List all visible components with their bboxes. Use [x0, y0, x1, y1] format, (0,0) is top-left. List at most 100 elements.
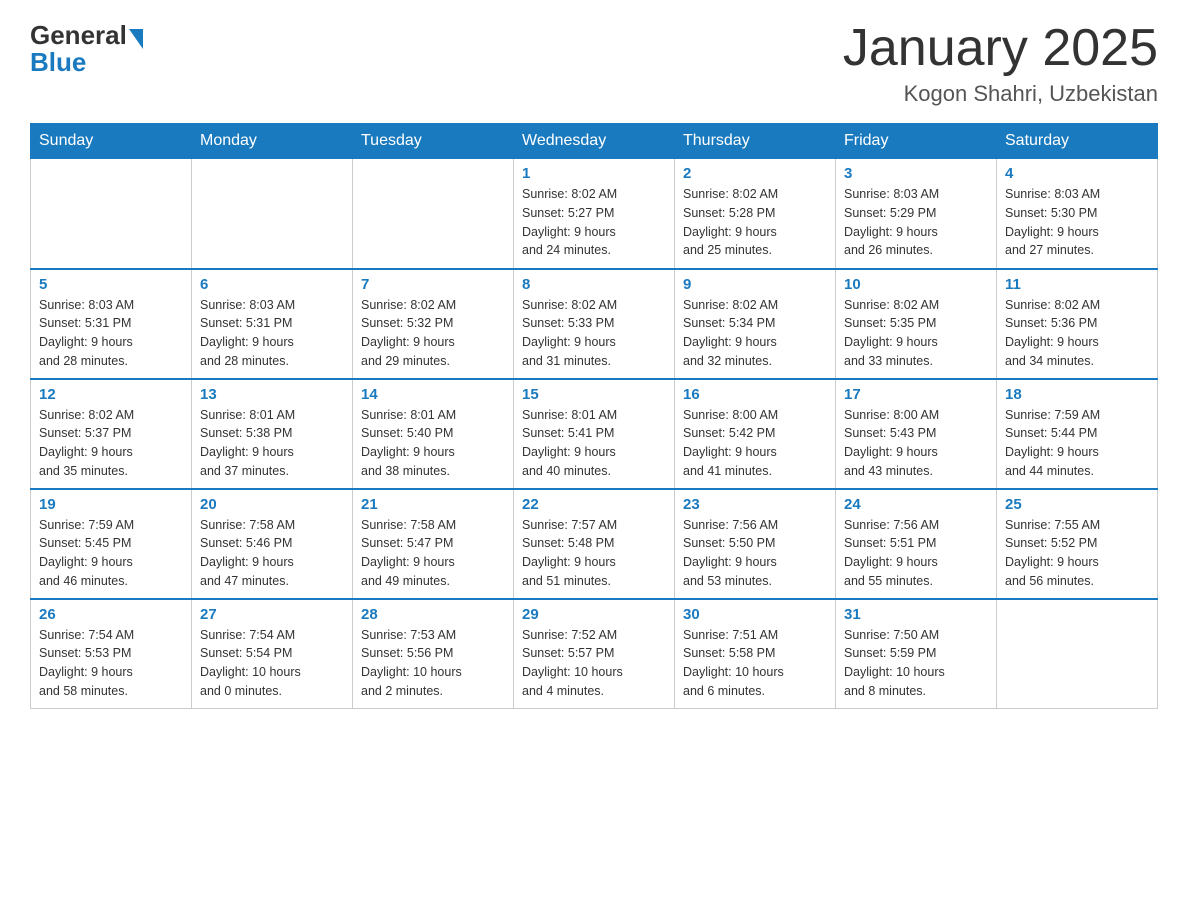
day-number: 10: [844, 276, 988, 293]
day-number: 12: [39, 386, 183, 403]
day-number: 17: [844, 386, 988, 403]
calendar-title: January 2025: [843, 20, 1158, 77]
day-info: Sunrise: 8:02 AMSunset: 5:37 PMDaylight:…: [39, 406, 183, 481]
day-info: Sunrise: 7:58 AMSunset: 5:47 PMDaylight:…: [361, 516, 505, 591]
calendar-cell: 1Sunrise: 8:02 AMSunset: 5:27 PMDaylight…: [514, 159, 675, 269]
day-info: Sunrise: 8:02 AMSunset: 5:34 PMDaylight:…: [683, 296, 827, 371]
day-number: 2: [683, 165, 827, 182]
day-info: Sunrise: 7:59 AMSunset: 5:45 PMDaylight:…: [39, 516, 183, 591]
calendar-cell: 3 Sunrise: 8:03 AMSunset: 5:29 PMDaylight…: [836, 159, 997, 269]
calendar-cell: 8 Sunrise: 8:02 AMSunset: 5:33 PMDaylight…: [514, 269, 675, 379]
day-info: Sunrise: 8:00 AMSunset: 5:42 PMDaylight:…: [683, 406, 827, 481]
day-info: Sunrise: 8:03 AMSunset: 5:31 PMDaylight:…: [200, 296, 344, 371]
calendar-week-row: 1Sunrise: 8:02 AMSunset: 5:27 PMDaylight…: [31, 159, 1158, 269]
day-info: Sunrise: 8:00 AMSunset: 5:43 PMDaylight:…: [844, 406, 988, 481]
calendar-week-row: 5 Sunrise: 8:03 AMSunset: 5:31 PMDaylight…: [31, 269, 1158, 379]
calendar-cell: 29Sunrise: 7:52 AMSunset: 5:57 PMDayligh…: [514, 599, 675, 709]
day-info: Sunrise: 7:58 AMSunset: 5:46 PMDaylight:…: [200, 516, 344, 591]
calendar-header-row: SundayMondayTuesdayWednesdayThursdayFrid…: [31, 124, 1158, 159]
calendar-cell: [192, 159, 353, 269]
day-number: 23: [683, 496, 827, 513]
day-info: Sunrise: 8:01 AMSunset: 5:38 PMDaylight:…: [200, 406, 344, 481]
column-header-thursday: Thursday: [675, 124, 836, 159]
calendar-cell: 26Sunrise: 7:54 AMSunset: 5:53 PMDayligh…: [31, 599, 192, 709]
day-info: Sunrise: 8:02 AMSunset: 5:28 PMDaylight:…: [683, 185, 827, 260]
day-info: Sunrise: 8:03 AMSunset: 5:31 PMDaylight:…: [39, 296, 183, 371]
day-number: 14: [361, 386, 505, 403]
day-info: Sunrise: 8:03 AMSunset: 5:29 PMDaylight:…: [844, 185, 988, 260]
calendar-cell: 22 Sunrise: 7:57 AMSunset: 5:48 PMDayligh…: [514, 489, 675, 599]
day-info: Sunrise: 7:56 AMSunset: 5:50 PMDaylight:…: [683, 516, 827, 591]
calendar-week-row: 19 Sunrise: 7:59 AMSunset: 5:45 PMDayligh…: [31, 489, 1158, 599]
day-number: 8: [522, 276, 666, 293]
calendar-cell: 18 Sunrise: 7:59 AMSunset: 5:44 PMDayligh…: [997, 379, 1158, 489]
day-number: 26: [39, 606, 183, 623]
day-number: 20: [200, 496, 344, 513]
day-number: 18: [1005, 386, 1149, 403]
calendar-subtitle: Kogon Shahri, Uzbekistan: [843, 81, 1158, 107]
calendar-cell: 6 Sunrise: 8:03 AMSunset: 5:31 PMDaylight…: [192, 269, 353, 379]
day-info: Sunrise: 8:03 AMSunset: 5:30 PMDaylight:…: [1005, 185, 1149, 260]
day-info: Sunrise: 8:01 AMSunset: 5:40 PMDaylight:…: [361, 406, 505, 481]
calendar-cell: 23 Sunrise: 7:56 AMSunset: 5:50 PMDayligh…: [675, 489, 836, 599]
calendar-cell: 21 Sunrise: 7:58 AMSunset: 5:47 PMDayligh…: [353, 489, 514, 599]
calendar-cell: 5 Sunrise: 8:03 AMSunset: 5:31 PMDaylight…: [31, 269, 192, 379]
calendar-cell: [997, 599, 1158, 709]
title-area: January 2025 Kogon Shahri, Uzbekistan: [843, 20, 1158, 107]
calendar-cell: 9 Sunrise: 8:02 AMSunset: 5:34 PMDaylight…: [675, 269, 836, 379]
day-info: Sunrise: 8:02 AMSunset: 5:36 PMDaylight:…: [1005, 296, 1149, 371]
day-number: 19: [39, 496, 183, 513]
calendar-cell: 16 Sunrise: 8:00 AMSunset: 5:42 PMDayligh…: [675, 379, 836, 489]
day-number: 13: [200, 386, 344, 403]
day-info: Sunrise: 7:59 AMSunset: 5:44 PMDaylight:…: [1005, 406, 1149, 481]
day-number: 30: [683, 606, 827, 623]
column-header-monday: Monday: [192, 124, 353, 159]
calendar-cell: 20 Sunrise: 7:58 AMSunset: 5:46 PMDayligh…: [192, 489, 353, 599]
day-number: 5: [39, 276, 183, 293]
day-number: 21: [361, 496, 505, 513]
day-number: 27: [200, 606, 344, 623]
day-info: Sunrise: 7:52 AMSunset: 5:57 PMDaylight:…: [522, 626, 666, 701]
calendar-cell: 28Sunrise: 7:53 AMSunset: 5:56 PMDayligh…: [353, 599, 514, 709]
calendar-cell: 15 Sunrise: 8:01 AMSunset: 5:41 PMDayligh…: [514, 379, 675, 489]
day-number: 4: [1005, 165, 1149, 182]
calendar-cell: 14 Sunrise: 8:01 AMSunset: 5:40 PMDayligh…: [353, 379, 514, 489]
calendar-cell: 17 Sunrise: 8:00 AMSunset: 5:43 PMDayligh…: [836, 379, 997, 489]
day-info: Sunrise: 7:53 AMSunset: 5:56 PMDaylight:…: [361, 626, 505, 701]
day-number: 22: [522, 496, 666, 513]
day-number: 15: [522, 386, 666, 403]
column-header-sunday: Sunday: [31, 124, 192, 159]
calendar-week-row: 26Sunrise: 7:54 AMSunset: 5:53 PMDayligh…: [31, 599, 1158, 709]
logo-triangle-icon: [129, 29, 143, 49]
calendar-cell: 13 Sunrise: 8:01 AMSunset: 5:38 PMDayligh…: [192, 379, 353, 489]
calendar-cell: 2 Sunrise: 8:02 AMSunset: 5:28 PMDaylight…: [675, 159, 836, 269]
day-info: Sunrise: 8:02 AMSunset: 5:33 PMDaylight:…: [522, 296, 666, 371]
day-number: 9: [683, 276, 827, 293]
day-number: 7: [361, 276, 505, 293]
calendar-cell: 12 Sunrise: 8:02 AMSunset: 5:37 PMDayligh…: [31, 379, 192, 489]
calendar-cell: 4 Sunrise: 8:03 AMSunset: 5:30 PMDaylight…: [997, 159, 1158, 269]
day-info: Sunrise: 8:02 AMSunset: 5:35 PMDaylight:…: [844, 296, 988, 371]
column-header-tuesday: Tuesday: [353, 124, 514, 159]
calendar-cell: 31Sunrise: 7:50 AMSunset: 5:59 PMDayligh…: [836, 599, 997, 709]
calendar-cell: 24Sunrise: 7:56 AMSunset: 5:51 PMDayligh…: [836, 489, 997, 599]
column-header-saturday: Saturday: [997, 124, 1158, 159]
calendar-table: SundayMondayTuesdayWednesdayThursdayFrid…: [30, 123, 1158, 709]
calendar-cell: 25 Sunrise: 7:55 AMSunset: 5:52 PMDayligh…: [997, 489, 1158, 599]
day-number: 25: [1005, 496, 1149, 513]
calendar-cell: 30Sunrise: 7:51 AMSunset: 5:58 PMDayligh…: [675, 599, 836, 709]
day-number: 31: [844, 606, 988, 623]
day-number: 16: [683, 386, 827, 403]
day-info: Sunrise: 7:57 AMSunset: 5:48 PMDaylight:…: [522, 516, 666, 591]
column-header-wednesday: Wednesday: [514, 124, 675, 159]
day-number: 3: [844, 165, 988, 182]
day-info: Sunrise: 7:56 AMSunset: 5:51 PMDaylight:…: [844, 516, 988, 591]
calendar-cell: 10 Sunrise: 8:02 AMSunset: 5:35 PMDayligh…: [836, 269, 997, 379]
column-header-friday: Friday: [836, 124, 997, 159]
page-header: General Blue January 2025 Kogon Shahri, …: [30, 20, 1158, 107]
day-info: Sunrise: 7:54 AMSunset: 5:54 PMDaylight:…: [200, 626, 344, 701]
day-number: 6: [200, 276, 344, 293]
day-info: Sunrise: 7:55 AMSunset: 5:52 PMDaylight:…: [1005, 516, 1149, 591]
day-info: Sunrise: 8:01 AMSunset: 5:41 PMDaylight:…: [522, 406, 666, 481]
calendar-cell: [353, 159, 514, 269]
